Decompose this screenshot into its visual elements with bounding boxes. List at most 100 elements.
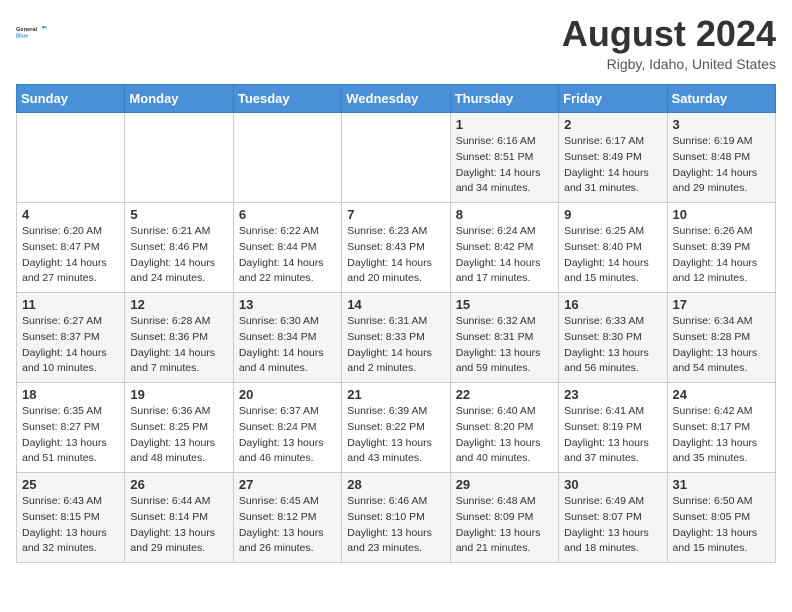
day-info: Sunrise: 6:23 AMSunset: 8:43 PMDaylight:… — [347, 225, 432, 284]
day-info: Sunrise: 6:36 AMSunset: 8:25 PMDaylight:… — [130, 405, 215, 464]
col-saturday: Saturday — [667, 85, 775, 113]
day-number: 26 — [130, 477, 227, 492]
week-row-3: 11Sunrise: 6:27 AMSunset: 8:37 PMDayligh… — [17, 293, 776, 383]
day-number: 25 — [22, 477, 119, 492]
day-cell: 11Sunrise: 6:27 AMSunset: 8:37 PMDayligh… — [17, 293, 125, 383]
day-number: 15 — [456, 297, 553, 312]
day-info: Sunrise: 6:35 AMSunset: 8:27 PMDaylight:… — [22, 405, 107, 464]
day-number: 5 — [130, 207, 227, 222]
day-cell: 21 Sunrise: 6:39 AMSunset: 8:22 PMDayligh… — [342, 383, 450, 473]
day-info: Sunrise: 6:30 AMSunset: 8:34 PMDaylight:… — [239, 315, 324, 374]
day-cell: 2Sunrise: 6:17 AMSunset: 8:49 PMDaylight… — [559, 113, 667, 203]
day-cell: 6 Sunrise: 6:22 AMSunset: 8:44 PMDaylight… — [233, 203, 341, 293]
day-info: Sunrise: 6:49 AMSunset: 8:07 PMDaylight:… — [564, 495, 649, 554]
day-info: Sunrise: 6:25 AMSunset: 8:40 PMDaylight:… — [564, 225, 649, 284]
location-subtitle: Rigby, Idaho, United States — [562, 56, 776, 72]
day-info: Sunrise: 6:42 AMSunset: 8:17 PMDaylight:… — [673, 405, 758, 464]
day-info: Sunrise: 6:34 AMSunset: 8:28 PMDaylight:… — [673, 315, 758, 374]
day-number: 10 — [673, 207, 770, 222]
day-cell: 10 Sunrise: 6:26 AMSunset: 8:39 PMDayligh… — [667, 203, 775, 293]
day-cell — [17, 113, 125, 203]
week-row-4: 18 Sunrise: 6:35 AMSunset: 8:27 PMDayligh… — [17, 383, 776, 473]
day-number: 17 — [673, 297, 770, 312]
day-number: 28 — [347, 477, 444, 492]
day-number: 6 — [239, 207, 336, 222]
day-cell: 31 Sunrise: 6:50 AMSunset: 8:05 PMDayligh… — [667, 473, 775, 563]
day-number: 18 — [22, 387, 119, 402]
day-cell: 22 Sunrise: 6:40 AMSunset: 8:20 PMDayligh… — [450, 383, 558, 473]
day-number: 4 — [22, 207, 119, 222]
day-cell: 1 Sunrise: 6:16 AMSunset: 8:51 PMDaylight… — [450, 113, 558, 203]
day-info: Sunrise: 6:37 AMSunset: 8:24 PMDaylight:… — [239, 405, 324, 464]
calendar-table: Sunday Monday Tuesday Wednesday Thursday… — [16, 84, 776, 563]
day-number: 1 — [456, 117, 553, 132]
week-row-5: 25 Sunrise: 6:43 AMSunset: 8:15 PMDayligh… — [17, 473, 776, 563]
day-number: 3 — [673, 117, 770, 132]
svg-text:Blue: Blue — [16, 33, 28, 39]
month-year-title: August 2024 — [562, 16, 776, 52]
title-block: August 2024 Rigby, Idaho, United States — [562, 16, 776, 72]
day-cell: 24 Sunrise: 6:42 AMSunset: 8:17 PMDayligh… — [667, 383, 775, 473]
day-info: Sunrise: 6:21 AMSunset: 8:46 PMDaylight:… — [130, 225, 215, 284]
day-number: 31 — [673, 477, 770, 492]
page-header: GeneralBlue August 2024 Rigby, Idaho, Un… — [16, 16, 776, 72]
day-number: 9 — [564, 207, 661, 222]
day-number: 14 — [347, 297, 444, 312]
day-number: 8 — [456, 207, 553, 222]
day-info: Sunrise: 6:20 AMSunset: 8:47 PMDaylight:… — [22, 225, 107, 284]
day-info: Sunrise: 6:41 AMSunset: 8:19 PMDaylight:… — [564, 405, 649, 464]
day-cell — [233, 113, 341, 203]
day-info: Sunrise: 6:44 AMSunset: 8:14 PMDaylight:… — [130, 495, 215, 554]
day-number: 21 — [347, 387, 444, 402]
day-info: Sunrise: 6:46 AMSunset: 8:10 PMDaylight:… — [347, 495, 432, 554]
logo-icon: GeneralBlue — [16, 16, 48, 48]
day-number: 20 — [239, 387, 336, 402]
day-cell: 12 Sunrise: 6:28 AMSunset: 8:36 PMDayligh… — [125, 293, 233, 383]
day-info: Sunrise: 6:16 AMSunset: 8:51 PMDaylight:… — [456, 135, 541, 194]
day-cell: 17 Sunrise: 6:34 AMSunset: 8:28 PMDayligh… — [667, 293, 775, 383]
day-cell: 23 Sunrise: 6:41 AMSunset: 8:19 PMDayligh… — [559, 383, 667, 473]
day-cell: 26 Sunrise: 6:44 AMSunset: 8:14 PMDayligh… — [125, 473, 233, 563]
day-number: 12 — [130, 297, 227, 312]
day-number: 2 — [564, 117, 661, 132]
day-info: Sunrise: 6:43 AMSunset: 8:15 PMDaylight:… — [22, 495, 107, 554]
day-info: Sunrise: 6:33 AMSunset: 8:30 PMDaylight:… — [564, 315, 649, 374]
day-info: Sunrise: 6:32 AMSunset: 8:31 PMDaylight:… — [456, 315, 541, 374]
day-number: 11 — [22, 297, 119, 312]
day-info: Sunrise: 6:28 AMSunset: 8:36 PMDaylight:… — [130, 315, 215, 374]
day-info: Sunrise: 6:40 AMSunset: 8:20 PMDaylight:… — [456, 405, 541, 464]
day-info: Sunrise: 6:50 AMSunset: 8:05 PMDaylight:… — [673, 495, 758, 554]
day-number: 19 — [130, 387, 227, 402]
day-info: Sunrise: 6:48 AMSunset: 8:09 PMDaylight:… — [456, 495, 541, 554]
day-cell: 9 Sunrise: 6:25 AMSunset: 8:40 PMDaylight… — [559, 203, 667, 293]
col-sunday: Sunday — [17, 85, 125, 113]
day-cell: 27Sunrise: 6:45 AMSunset: 8:12 PMDayligh… — [233, 473, 341, 563]
day-cell: 28 Sunrise: 6:46 AMSunset: 8:10 PMDayligh… — [342, 473, 450, 563]
week-row-1: 1 Sunrise: 6:16 AMSunset: 8:51 PMDaylight… — [17, 113, 776, 203]
day-cell: 16 Sunrise: 6:33 AMSunset: 8:30 PMDayligh… — [559, 293, 667, 383]
col-monday: Monday — [125, 85, 233, 113]
day-number: 24 — [673, 387, 770, 402]
day-info: Sunrise: 6:45 AMSunset: 8:12 PMDaylight:… — [239, 495, 324, 554]
day-number: 23 — [564, 387, 661, 402]
week-row-2: 4 Sunrise: 6:20 AMSunset: 8:47 PMDaylight… — [17, 203, 776, 293]
day-number: 7 — [347, 207, 444, 222]
day-cell — [342, 113, 450, 203]
day-info: Sunrise: 6:39 AMSunset: 8:22 PMDaylight:… — [347, 405, 432, 464]
day-cell: 25 Sunrise: 6:43 AMSunset: 8:15 PMDayligh… — [17, 473, 125, 563]
col-thursday: Thursday — [450, 85, 558, 113]
svg-text:General: General — [16, 27, 38, 33]
day-info: Sunrise: 6:26 AMSunset: 8:39 PMDaylight:… — [673, 225, 758, 284]
day-info: Sunrise: 6:19 AMSunset: 8:48 PMDaylight:… — [673, 135, 758, 194]
header-row: Sunday Monday Tuesday Wednesday Thursday… — [17, 85, 776, 113]
day-number: 22 — [456, 387, 553, 402]
day-number: 13 — [239, 297, 336, 312]
day-info: Sunrise: 6:22 AMSunset: 8:44 PMDaylight:… — [239, 225, 324, 284]
day-cell: 19 Sunrise: 6:36 AMSunset: 8:25 PMDayligh… — [125, 383, 233, 473]
day-number: 30 — [564, 477, 661, 492]
day-number: 16 — [564, 297, 661, 312]
day-cell — [125, 113, 233, 203]
col-wednesday: Wednesday — [342, 85, 450, 113]
day-cell: 20 Sunrise: 6:37 AMSunset: 8:24 PMDayligh… — [233, 383, 341, 473]
day-cell: 29Sunrise: 6:48 AMSunset: 8:09 PMDayligh… — [450, 473, 558, 563]
